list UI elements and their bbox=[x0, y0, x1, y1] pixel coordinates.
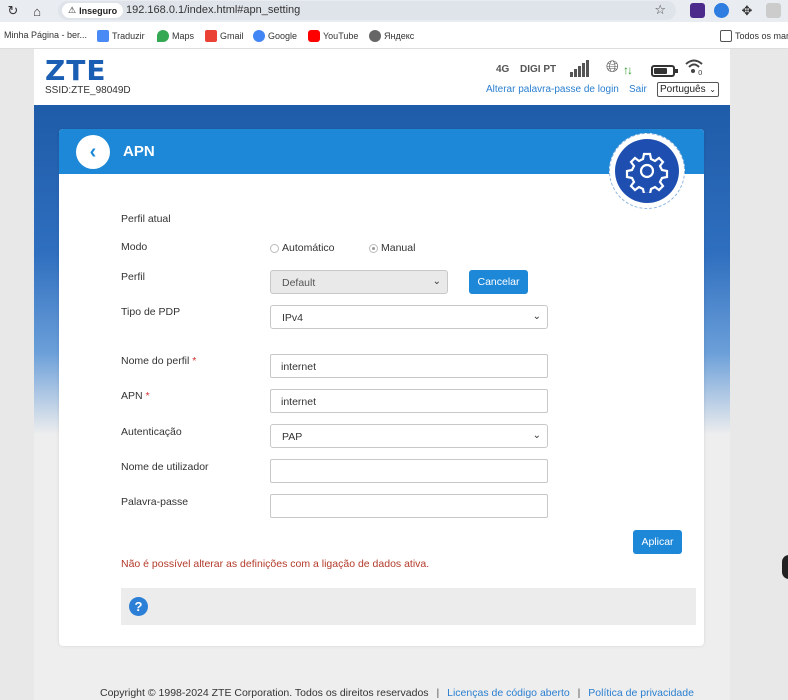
profile-name-label: Nome do perfil * bbox=[121, 355, 197, 367]
radio-icon bbox=[270, 243, 279, 253]
wifi-icon: 0 bbox=[684, 58, 704, 79]
signal-strength-icon bbox=[570, 60, 590, 77]
bookmark-star-icon[interactable]: ☆ bbox=[654, 2, 666, 18]
network-type: 4G bbox=[496, 64, 510, 75]
profile-icon[interactable] bbox=[766, 3, 781, 18]
bookmark-item[interactable]: Google bbox=[253, 30, 297, 42]
chevron-down-icon: ⌄ bbox=[709, 85, 716, 94]
bookmark-item[interactable]: Minha Página - ber... bbox=[4, 30, 87, 40]
bookmark-item[interactable]: Traduzir bbox=[97, 30, 145, 42]
auth-label: Autenticação bbox=[121, 426, 182, 438]
profile-label: Perfil bbox=[121, 271, 145, 283]
password-label: Palavra-passe bbox=[121, 496, 189, 508]
apn-input[interactable]: internet bbox=[270, 389, 548, 413]
folder-icon bbox=[720, 30, 732, 42]
chevron-down-icon: ⌄ bbox=[532, 311, 541, 322]
mode-manual-radio[interactable]: Manual bbox=[369, 242, 415, 254]
extensions-puzzle-icon[interactable]: ✥ bbox=[738, 2, 756, 20]
apply-button[interactable]: Aplicar bbox=[633, 530, 682, 554]
open-source-link[interactable]: Licenças de código aberto bbox=[447, 687, 570, 699]
chevron-left-icon: ‹ bbox=[89, 140, 97, 163]
browser-toolbar: ↻ ⌂ ⚠ Inseguro 192.168.0.1/index.html#ap… bbox=[0, 0, 788, 22]
url-text: 192.168.0.1/index.html#apn_setting bbox=[126, 4, 301, 16]
change-password-link[interactable]: Alterar palavra-passe de login bbox=[486, 84, 619, 95]
svg-text:0: 0 bbox=[698, 69, 702, 75]
mode-label: Modo bbox=[121, 241, 148, 253]
data-transfer-icon: ↑↓ bbox=[623, 63, 633, 77]
chevron-down-icon: ⌄ bbox=[432, 276, 441, 287]
yandex-icon bbox=[369, 30, 381, 42]
page-title: APN bbox=[123, 143, 155, 160]
bookmark-item[interactable]: YouTube bbox=[308, 30, 358, 42]
help-bar: ? bbox=[121, 588, 696, 625]
all-bookmarks[interactable]: Todos os mar bbox=[720, 30, 788, 42]
router-page: ZTE SSID:ZTE_98049D 4G DIGI PT 🌐︎ ↑↓ 0 A… bbox=[34, 49, 730, 700]
page-header: ZTE SSID:ZTE_98049D 4G DIGI PT 🌐︎ ↑↓ 0 A… bbox=[34, 49, 730, 105]
address-bar[interactable]: ⚠ Inseguro 192.168.0.1/index.html#apn_se… bbox=[58, 1, 676, 20]
radio-selected-icon bbox=[369, 243, 378, 253]
google-icon bbox=[253, 30, 265, 42]
settings-badge bbox=[609, 133, 685, 209]
ssid-label: SSID:ZTE_98049D bbox=[45, 85, 131, 96]
privacy-link[interactable]: Política de privacidade bbox=[588, 687, 694, 699]
page-footer: Copyright © 1998-2024 ZTE Corporation. T… bbox=[100, 687, 694, 699]
bookmark-item[interactable]: Maps bbox=[157, 30, 194, 42]
apn-label: APN * bbox=[121, 390, 150, 402]
security-badge[interactable]: ⚠ Inseguro bbox=[62, 3, 124, 18]
bookmark-item[interactable]: Яндекс bbox=[369, 30, 414, 42]
apn-settings-card: ‹ APN Perfil atual Modo Automático Manua… bbox=[59, 129, 704, 646]
card-header: ‹ APN bbox=[59, 129, 704, 174]
back-button[interactable]: ‹ bbox=[76, 135, 110, 169]
auth-select[interactable]: PAP ⌄ bbox=[270, 424, 548, 448]
bookmarks-bar: Minha Página - ber... Traduzir Maps Gmai… bbox=[0, 22, 788, 49]
gear-icon bbox=[615, 139, 679, 203]
home-icon[interactable]: ⌂ bbox=[28, 2, 46, 20]
reload-icon[interactable]: ↻ bbox=[4, 2, 22, 20]
operator-name: DIGI PT bbox=[520, 64, 557, 75]
username-input[interactable] bbox=[270, 459, 548, 483]
pdp-type-label: Tipo de PDP bbox=[121, 306, 181, 318]
copyright-text: Copyright © 1998-2024 ZTE Corporation. T… bbox=[100, 687, 429, 699]
mode-auto-radio[interactable]: Automático bbox=[270, 242, 335, 254]
floating-widget[interactable] bbox=[782, 555, 788, 579]
help-icon[interactable]: ? bbox=[129, 597, 148, 616]
warning-icon: ⚠ bbox=[68, 5, 77, 15]
battery-icon bbox=[651, 65, 678, 77]
profile-name-input[interactable]: internet bbox=[270, 354, 548, 378]
maps-icon bbox=[157, 30, 169, 42]
cancel-button[interactable]: Cancelar bbox=[469, 270, 528, 294]
extension-icon[interactable] bbox=[714, 3, 729, 18]
logout-link[interactable]: Sair bbox=[629, 84, 647, 95]
gmail-icon bbox=[205, 30, 217, 42]
globe-icon: 🌐︎ bbox=[606, 59, 619, 76]
username-label: Nome de utilizador bbox=[121, 461, 209, 473]
youtube-icon bbox=[308, 30, 320, 42]
warning-message: Não é possível alterar as definições com… bbox=[121, 558, 430, 570]
password-input[interactable] bbox=[270, 494, 548, 518]
profile-select[interactable]: Default ⌄ bbox=[270, 270, 448, 294]
current-profile-label: Perfil atual bbox=[121, 213, 171, 225]
bookmark-item[interactable]: Gmail bbox=[205, 30, 244, 42]
translate-icon bbox=[97, 30, 109, 42]
zte-logo: ZTE bbox=[45, 54, 107, 87]
pdp-type-select[interactable]: IPv4 ⌄ bbox=[270, 305, 548, 329]
language-select[interactable]: Português ⌄ bbox=[657, 82, 719, 97]
extension-icon[interactable] bbox=[690, 3, 705, 18]
chevron-down-icon: ⌄ bbox=[532, 430, 541, 441]
